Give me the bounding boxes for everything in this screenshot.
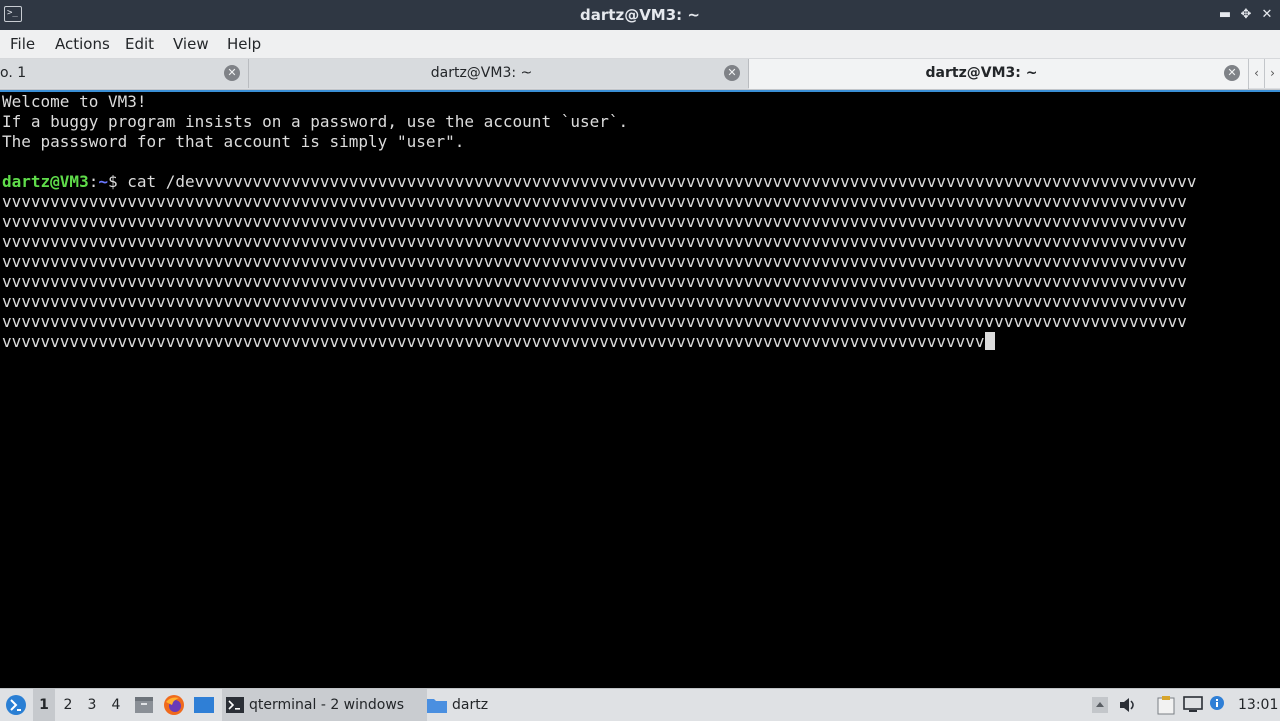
window-titlebar: >_ dartz@VM3: ~ ▬ ✥ ✕ bbox=[0, 0, 1280, 30]
wrapped-line: vvvvvvvvvvvvvvvvvvvvvvvvvvvvvvvvvvvvvvvv… bbox=[2, 312, 1187, 331]
wrapped-line: vvvvvvvvvvvvvvvvvvvvvvvvvvvvvvvvvvvvvvvv… bbox=[2, 292, 1187, 311]
notification-button[interactable] bbox=[1208, 689, 1226, 721]
tab-scroll-right-icon[interactable]: › bbox=[1264, 59, 1280, 88]
wrapped-line: vvvvvvvvvvvvvvvvvvvvvvvvvvvvvvvvvvvvvvvv… bbox=[2, 252, 1187, 271]
welcome-line: If a buggy program insists on a password… bbox=[2, 112, 629, 131]
tab-close-icon[interactable]: ✕ bbox=[1224, 65, 1240, 81]
archive-icon bbox=[135, 697, 153, 713]
volume-button[interactable] bbox=[1118, 689, 1138, 721]
wrapped-line: vvvvvvvvvvvvvvvvvvvvvvvvvvvvvvvvvvvvvvvv… bbox=[2, 212, 1187, 231]
desktop-3[interactable]: 3 bbox=[81, 689, 103, 721]
tab-label: o. 1 bbox=[0, 65, 27, 81]
tab-2[interactable]: dartz@VM3: ~ ✕ bbox=[249, 59, 749, 88]
firefox-icon bbox=[164, 695, 184, 715]
command-line: dartz@VM3:~$ cat /devvvvvvvvvvvvvvvvvvvv… bbox=[2, 172, 1252, 192]
text-cursor bbox=[984, 332, 995, 350]
clipboard-icon bbox=[1157, 696, 1175, 715]
tab-close-icon[interactable]: ✕ bbox=[724, 65, 740, 81]
clock[interactable]: 13:01 bbox=[1238, 689, 1278, 721]
file-manager-launcher[interactable] bbox=[133, 689, 155, 721]
minimize-button[interactable]: ▬ bbox=[1216, 6, 1234, 24]
volume-icon bbox=[1120, 698, 1134, 712]
wrapped-line: vvvvvvvvvvvvvvvvvvvvvvvvvvvvvvvvvvvvvvvv… bbox=[2, 272, 1187, 291]
welcome-line: The passsword for that account is simply… bbox=[2, 132, 465, 151]
maximize-button[interactable]: ✥ bbox=[1237, 6, 1255, 24]
terminal-icon bbox=[226, 697, 244, 713]
clipboard-button[interactable] bbox=[1155, 689, 1177, 721]
taskbar-task-dartz[interactable]: dartz bbox=[423, 689, 543, 721]
tab-close-icon[interactable]: ✕ bbox=[224, 65, 240, 81]
tray-arrow-icon bbox=[1092, 697, 1108, 713]
wrapped-line: vvvvvvvvvvvvvvvvvvvvvvvvvvvvvvvvvvvvvvvv… bbox=[2, 192, 1187, 211]
prompt-user: dartz@VM3 bbox=[2, 172, 89, 191]
info-icon bbox=[1210, 696, 1224, 710]
command-text: cat /devvvvvvvvvvvvvvvvvvvvvvvvvvvvvvvvv… bbox=[127, 172, 1197, 191]
prompt-separator: : bbox=[88, 172, 99, 191]
tab-3[interactable]: dartz@VM3: ~ ✕ bbox=[749, 59, 1249, 89]
lxqt-logo-icon bbox=[6, 695, 26, 715]
tab-scroll-left-icon[interactable]: ‹ bbox=[1248, 59, 1264, 88]
menu-help[interactable]: Help bbox=[227, 30, 261, 58]
terminal-view[interactable]: Welcome to VM3! If a buggy program insis… bbox=[0, 90, 1280, 686]
desktop-4[interactable]: 4 bbox=[105, 689, 127, 721]
input-text: vvvvvvvvvvvvvvvvvvvvvvvvvvvvvvvvvvvvvvvv… bbox=[2, 332, 985, 351]
show-desktop-button[interactable] bbox=[192, 689, 216, 721]
tab-label: dartz@VM3: ~ bbox=[925, 65, 1038, 81]
start-menu-button[interactable] bbox=[4, 689, 28, 721]
network-button[interactable] bbox=[1182, 689, 1204, 721]
wrapped-line: vvvvvvvvvvvvvvvvvvvvvvvvvvvvvvvvvvvvvvvv… bbox=[2, 232, 1187, 251]
menu-view[interactable]: View bbox=[173, 30, 209, 58]
monitor-icon bbox=[1183, 696, 1203, 712]
firefox-launcher[interactable] bbox=[162, 689, 186, 721]
window-title: dartz@VM3: ~ bbox=[580, 6, 700, 24]
menu-bar: File Actions Edit View Help bbox=[0, 30, 1280, 59]
prompt-path: ~ bbox=[98, 172, 108, 191]
task-label: dartz bbox=[452, 697, 489, 713]
tray-expand-button[interactable] bbox=[1090, 689, 1110, 721]
menu-file[interactable]: File bbox=[10, 30, 35, 58]
prompt-symbol: $ bbox=[107, 172, 128, 191]
current-input-line: vvvvvvvvvvvvvvvvvvvvvvvvvvvvvvvvvvvvvvvv… bbox=[2, 332, 1102, 352]
close-button[interactable]: ✕ bbox=[1258, 6, 1276, 24]
welcome-line: Welcome to VM3! bbox=[2, 92, 147, 111]
tab-label: dartz@VM3: ~ bbox=[430, 65, 533, 81]
desktop-1[interactable]: 1 bbox=[33, 689, 55, 721]
tab-1[interactable]: o. 1 ✕ bbox=[0, 59, 249, 88]
desktop-icon bbox=[194, 697, 214, 713]
desktop-2[interactable]: 2 bbox=[57, 689, 79, 721]
taskbar: 1 2 3 4 qterminal - 2 windows dartz 13:0… bbox=[0, 688, 1280, 721]
task-label: qterminal - 2 windows bbox=[249, 697, 405, 713]
taskbar-task-qterminal[interactable]: qterminal - 2 windows bbox=[222, 689, 427, 721]
menu-actions[interactable]: Actions bbox=[55, 30, 110, 58]
folder-icon bbox=[427, 699, 447, 713]
menu-edit[interactable]: Edit bbox=[125, 30, 154, 58]
tab-bar: o. 1 ✕ dartz@VM3: ~ ✕ dartz@VM3: ~ ✕ ‹ › bbox=[0, 59, 1280, 90]
